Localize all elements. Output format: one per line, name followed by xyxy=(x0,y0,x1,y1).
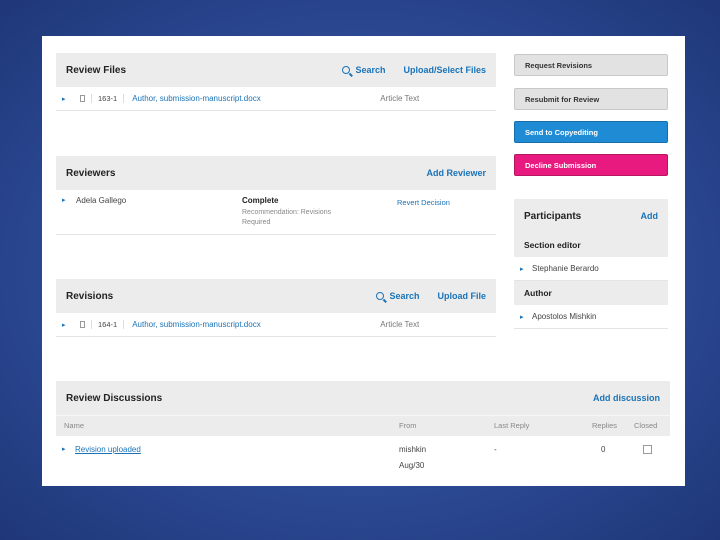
revisions-search-label: Search xyxy=(389,291,420,301)
revisions-search-link[interactable]: Search xyxy=(376,291,419,301)
participants-panel: Participants Add Section editor ▸ Stepha… xyxy=(514,199,668,329)
revisions-title: Revisions xyxy=(66,290,114,302)
expand-arrow-icon[interactable]: ▸ xyxy=(520,265,532,273)
resubmit-for-review-button[interactable]: Resubmit for Review xyxy=(514,88,668,110)
review-status: Complete xyxy=(242,196,279,205)
recommendation-line-2: Required xyxy=(242,219,271,226)
review-discussions-header: Review Discussions Add discussion xyxy=(56,381,670,415)
review-files-search-link[interactable]: Search xyxy=(342,65,385,75)
search-icon xyxy=(376,292,385,300)
participant-name: Apostolos Mishkin xyxy=(532,312,597,321)
reviewer-row[interactable]: ▸ Adela Gallego Complete Recommendation:… xyxy=(56,190,496,235)
add-participant-link[interactable]: Add xyxy=(641,211,659,221)
participants-title: Participants xyxy=(524,210,582,222)
search-icon xyxy=(342,66,351,74)
closed-checkbox[interactable] xyxy=(643,445,652,454)
author-group-header: Author xyxy=(514,281,668,305)
expand-arrow-icon[interactable]: ▸ xyxy=(62,445,74,453)
discussion-last-reply: - xyxy=(494,445,497,454)
col-closed: Closed xyxy=(634,421,658,430)
reviewer-name: Adela Gallego xyxy=(76,196,127,205)
reviewers-header: Reviewers Add Reviewer xyxy=(56,156,496,190)
revert-decision-link[interactable]: Revert Decision xyxy=(397,198,450,207)
file-type: Article Text xyxy=(380,320,420,329)
revisions-header: Revisions Search Upload File xyxy=(56,279,496,313)
revisions-panel: Revisions Search Upload File ▸ 164-1 Aut… xyxy=(56,279,496,337)
file-icon xyxy=(80,321,85,328)
decline-submission-button[interactable]: Decline Submission xyxy=(514,154,668,176)
file-name-link[interactable]: Author, submission-manuscript.docx xyxy=(132,320,380,329)
review-file-row[interactable]: ▸ 163-1 Author, submission-manuscript.do… xyxy=(56,87,496,111)
section-editor-group-header: Section editor xyxy=(514,233,668,257)
expand-arrow-icon[interactable]: ▸ xyxy=(62,321,74,329)
add-reviewer-link[interactable]: Add Reviewer xyxy=(426,168,486,178)
upload-file-link[interactable]: Upload File xyxy=(437,291,486,301)
discussion-from-date: Aug/30 xyxy=(399,461,425,470)
discussion-replies: 0 xyxy=(601,445,606,454)
revision-file-row[interactable]: ▸ 164-1 Author, submission-manuscript.do… xyxy=(56,313,496,337)
col-last-reply: Last Reply xyxy=(494,421,530,430)
discussion-name-link[interactable]: Revision uploaded xyxy=(75,445,141,454)
discussion-from-user: mishkin xyxy=(399,445,427,454)
expand-arrow-icon[interactable]: ▸ xyxy=(62,196,74,204)
file-type: Article Text xyxy=(380,94,420,103)
discussion-row[interactable]: ▸ Revision uploaded mishkin Aug/30 - 0 xyxy=(56,436,670,480)
review-files-panel: Review Files Search Upload/Select Files … xyxy=(56,53,496,111)
expand-arrow-icon[interactable]: ▸ xyxy=(520,313,532,321)
participant-row[interactable]: ▸ Apostolos Mishkin xyxy=(514,305,668,329)
participants-header: Participants Add xyxy=(514,199,668,233)
send-to-copyediting-button[interactable]: Send to Copyediting xyxy=(514,121,668,143)
file-id: 163-1 xyxy=(91,94,125,103)
reviewers-title: Reviewers xyxy=(66,167,116,179)
col-name: Name xyxy=(64,421,85,430)
participant-name: Stephanie Berardo xyxy=(532,264,599,273)
participant-row[interactable]: ▸ Stephanie Berardo xyxy=(514,257,668,281)
file-icon xyxy=(80,95,85,102)
workflow-page: Review Files Search Upload/Select Files … xyxy=(42,36,685,486)
discussion-table-header: Name From Last Reply Replies Closed xyxy=(56,415,670,436)
file-name-link[interactable]: Author, submission-manuscript.docx xyxy=(132,94,380,103)
review-files-title: Review Files xyxy=(66,64,127,76)
add-discussion-link[interactable]: Add discussion xyxy=(593,393,660,403)
review-files-search-label: Search xyxy=(355,65,386,75)
col-from: From xyxy=(399,421,417,430)
expand-arrow-icon[interactable]: ▸ xyxy=(62,95,74,103)
review-files-header: Review Files Search Upload/Select Files xyxy=(56,53,496,87)
upload-select-files-link[interactable]: Upload/Select Files xyxy=(403,65,486,75)
review-discussions-title: Review Discussions xyxy=(66,392,163,404)
review-discussions-panel: Review Discussions Add discussion Name F… xyxy=(56,381,670,480)
col-replies: Replies xyxy=(592,421,618,430)
file-id: 164-1 xyxy=(91,320,125,329)
recommendation-line-1: Recommendation: Revisions xyxy=(242,209,332,216)
request-revisions-button[interactable]: Request Revisions xyxy=(514,54,668,76)
reviewers-panel: Reviewers Add Reviewer ▸ Adela Gallego C… xyxy=(56,156,496,235)
